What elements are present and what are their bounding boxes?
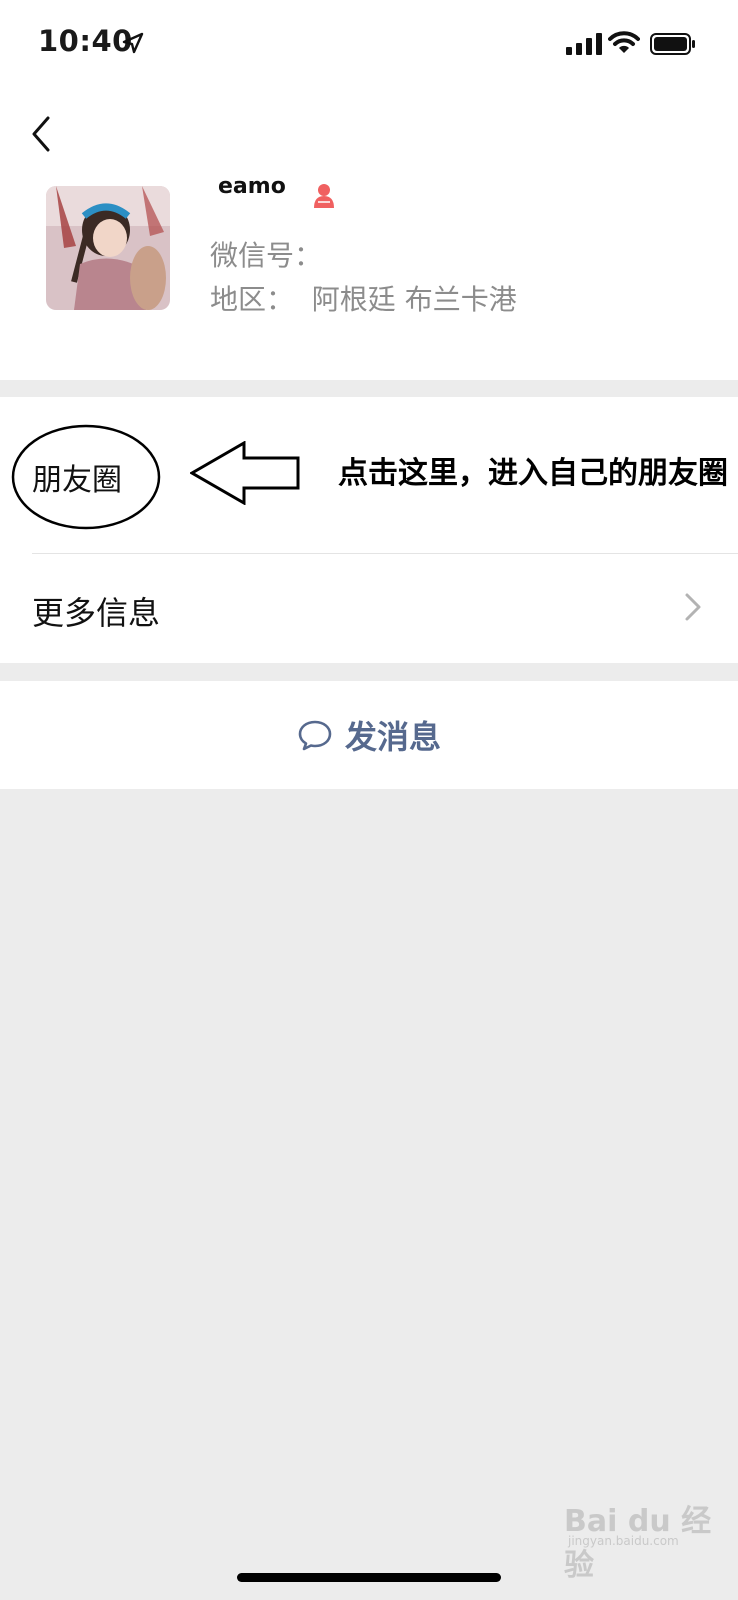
home-indicator[interactable] [237,1573,501,1582]
arrow-left-icon [190,441,300,505]
more-info-row[interactable]: 更多信息 [0,554,738,663]
annotation-text: 点击这里，进入自己的朋友圈 [338,456,728,491]
region: 地区： 阿根廷 布兰卡港 [210,283,517,316]
chat-bubble-icon [298,720,332,751]
send-message-label: 发消息 [344,718,441,756]
status-time: 10:40 [38,24,133,58]
info-section: 朋友圈 点击这里，进入自己的朋友圈 更多信息 [0,397,738,663]
nickname: eamo [218,174,286,199]
status-bar: 10:40 [0,0,738,92]
wechat-id: 微信号： [210,239,323,272]
chevron-right-icon [685,593,701,621]
back-button[interactable] [26,112,58,156]
annotation-ellipse [11,424,161,530]
watermark-sub: jingyan.baidu.com [568,1534,679,1548]
wifi-icon [608,31,640,53]
more-info-label: 更多信息 [32,594,161,632]
female-icon [314,184,334,208]
signal-icon [566,33,602,55]
profile-header: eamo 微信号： 地区： 阿根廷 布兰卡港 [0,92,738,380]
location-arrow-icon [122,32,144,54]
action-section: 发消息 [0,681,738,789]
battery-icon [650,33,695,55]
baidu-watermark: Bai du 经验 jingyan.baidu.com [564,1496,738,1584]
send-message-button[interactable]: 发消息 [0,681,738,789]
moments-row[interactable]: 朋友圈 点击这里，进入自己的朋友圈 [0,397,738,553]
avatar[interactable] [46,186,170,310]
